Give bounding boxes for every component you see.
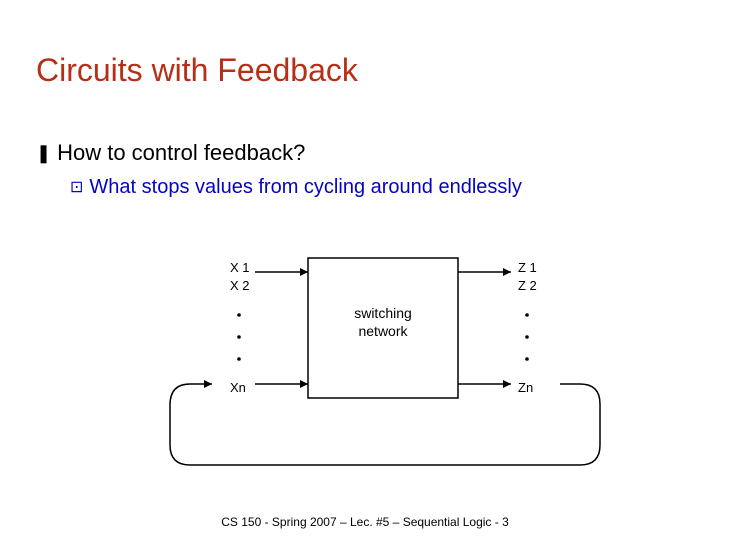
dot-icon (525, 313, 529, 317)
slide-footer: CS 150 - Spring 2007 – Lec. #5 – Sequent… (0, 515, 730, 529)
dot-icon (525, 357, 529, 361)
input-label-xn: Xn (230, 380, 246, 395)
arrow-right-icon (503, 268, 511, 276)
arrow-right-icon (300, 268, 308, 276)
feedback-diagram: switching network X 1 X 2 Xn Z 1 Z 2 Zn (0, 0, 730, 547)
box-label-2: network (358, 323, 408, 339)
output-label-z2: Z 2 (518, 278, 537, 293)
dot-icon (237, 335, 241, 339)
arrow-right-icon (503, 380, 511, 388)
box-label-1: switching (354, 305, 412, 321)
output-label-z1: Z 1 (518, 260, 537, 275)
arrow-right-icon (204, 380, 212, 388)
output-label-zn: Zn (518, 380, 533, 395)
dot-icon (237, 357, 241, 361)
input-label-x1: X 1 (230, 260, 250, 275)
dot-icon (237, 313, 241, 317)
input-label-x2: X 2 (230, 278, 250, 293)
dot-icon (525, 335, 529, 339)
arrow-right-icon (300, 380, 308, 388)
